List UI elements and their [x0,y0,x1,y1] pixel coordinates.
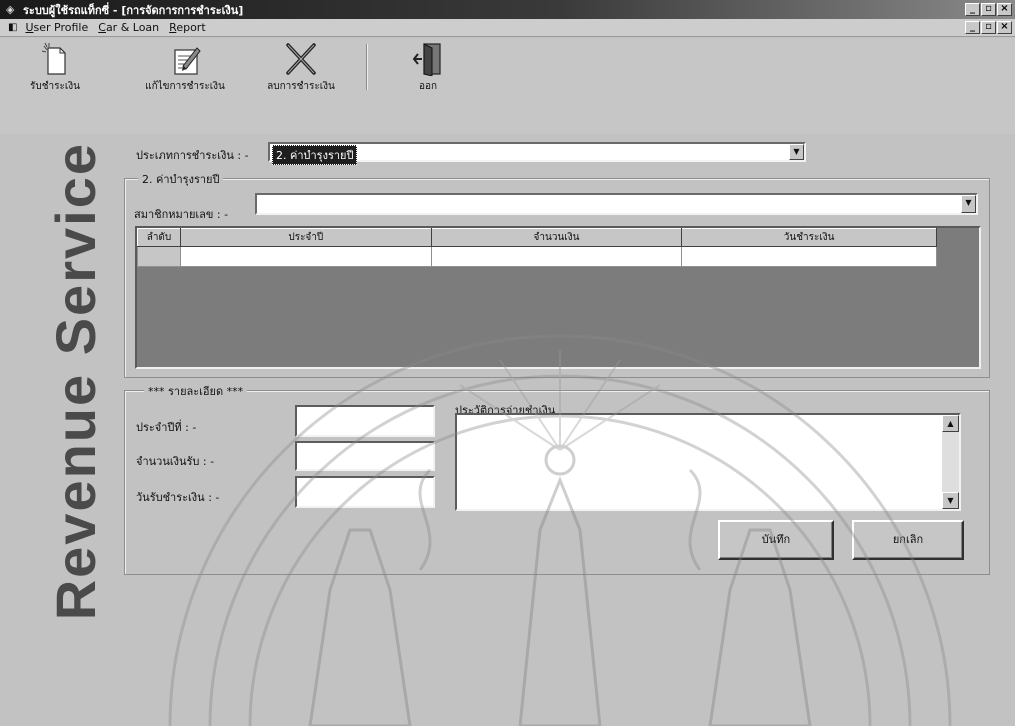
menu-user-profile[interactable]: User Profile [25,21,88,34]
toolbar-separator [366,44,368,90]
new-document-icon [41,42,66,75]
chevron-down-icon[interactable]: ▼ [789,144,804,160]
column-header[interactable]: ลำดับ [137,228,181,247]
amount-label: จำนวนเงินรับ : - [136,455,215,468]
delete-payment-label: ลบการชำระเงิน [267,81,335,92]
column-header[interactable]: วันชำระเงิน [681,228,937,247]
app-icon: ◈ [6,2,15,16]
payment-type-label: ประเภทการชำระเงิน : - [136,149,249,162]
delete-payment-button[interactable]: ลบการชำระเงิน [252,42,350,94]
window-title: ระบบผู้ใช้รถแท็กซี่ - [การจัดการการชำระเ… [23,3,244,17]
payment-type-select[interactable]: 2. ค่าบำรุงรายปี ▼ [268,142,806,165]
scroll-down-icon[interactable]: ▼ [942,492,959,509]
menu-car-loan[interactable]: Car & Loan [98,21,159,34]
scroll-up-icon[interactable]: ▲ [942,415,959,432]
receive-payment-button[interactable]: รับชำระเงิน [24,42,86,94]
child-restore-button[interactable]: ▫ [981,21,996,34]
window-controls: _ ▫ × [965,3,1012,16]
table-cell[interactable] [681,246,937,267]
details-group-title: *** รายละเอียด *** [144,382,248,400]
menu-report[interactable]: Report [169,21,205,34]
column-header[interactable]: จำนวนเงิน [430,228,683,247]
table-cell[interactable] [430,246,683,267]
edit-payment-label: แก้ไขการชำระเงิน [145,81,225,92]
exit-label: ออก [418,81,438,92]
member-number-label: สมาชิกหมายเลข : - [134,208,229,221]
exit-door-icon [412,43,441,76]
maximize-button[interactable]: ▫ [981,3,996,16]
annual-fee-group-title: 2. ค่าบำรุงรายปี [138,170,224,188]
edit-document-icon [174,47,201,75]
payment-date-input[interactable] [295,476,435,508]
exit-button[interactable]: ออก [406,42,450,94]
payment-type-value: 2. ค่าบำรุงรายปี [272,145,358,165]
delete-x-icon [286,43,316,75]
side-banner: Revenue Service [31,134,119,726]
table-row[interactable] [137,246,937,267]
edit-payment-button[interactable]: แก้ไขการชำระเงิน [126,42,244,94]
close-button[interactable]: × [997,3,1012,16]
child-close-button[interactable]: × [997,21,1012,34]
chevron-down-icon[interactable]: ▼ [961,195,976,213]
payment-table: ลำดับ ประจำปี จำนวนเงิน วันชำระเงิน [137,228,937,267]
title-bar: ◈ ระบบผู้ใช้รถแท็กซี่ - [การจัดการการชำร… [0,0,1015,19]
banner-text: Revenue Service [43,142,107,621]
mdi-child-icon[interactable]: ◧ [8,22,17,33]
child-minimize-button[interactable]: _ [965,21,980,34]
table-cell[interactable] [179,246,432,267]
table-header-row: ลำดับ ประจำปี จำนวนเงิน วันชำระเงิน [137,228,937,247]
amount-input[interactable] [295,441,435,471]
payment-grid[interactable]: ลำดับ ประจำปี จำนวนเงิน วันชำระเงิน [135,226,981,369]
save-button[interactable]: บันทึก [718,520,834,560]
receive-payment-label: รับชำระเงิน [30,81,80,92]
toolbar: รับชำระเงิน แก้ไขการชำระเงิน ลบการชำระเง… [0,38,1015,134]
cancel-button[interactable]: ยกเลิก [852,520,964,560]
minimize-button[interactable]: _ [965,3,980,16]
payment-history-textarea[interactable]: ▲ ▼ [455,413,961,511]
year-input[interactable] [295,405,435,437]
menu-bar: ◧ User Profile Car & Loan Report _ ▫ × [0,19,1015,37]
row-selector[interactable] [137,246,181,267]
child-window-controls: _ ▫ × [965,21,1012,34]
payment-date-label: วันรับชำระเงิน : - [136,491,220,504]
column-header[interactable]: ประจำปี [179,228,432,247]
year-label: ประจำปีที่ : - [136,421,197,434]
member-number-select[interactable]: ▼ [255,193,978,215]
